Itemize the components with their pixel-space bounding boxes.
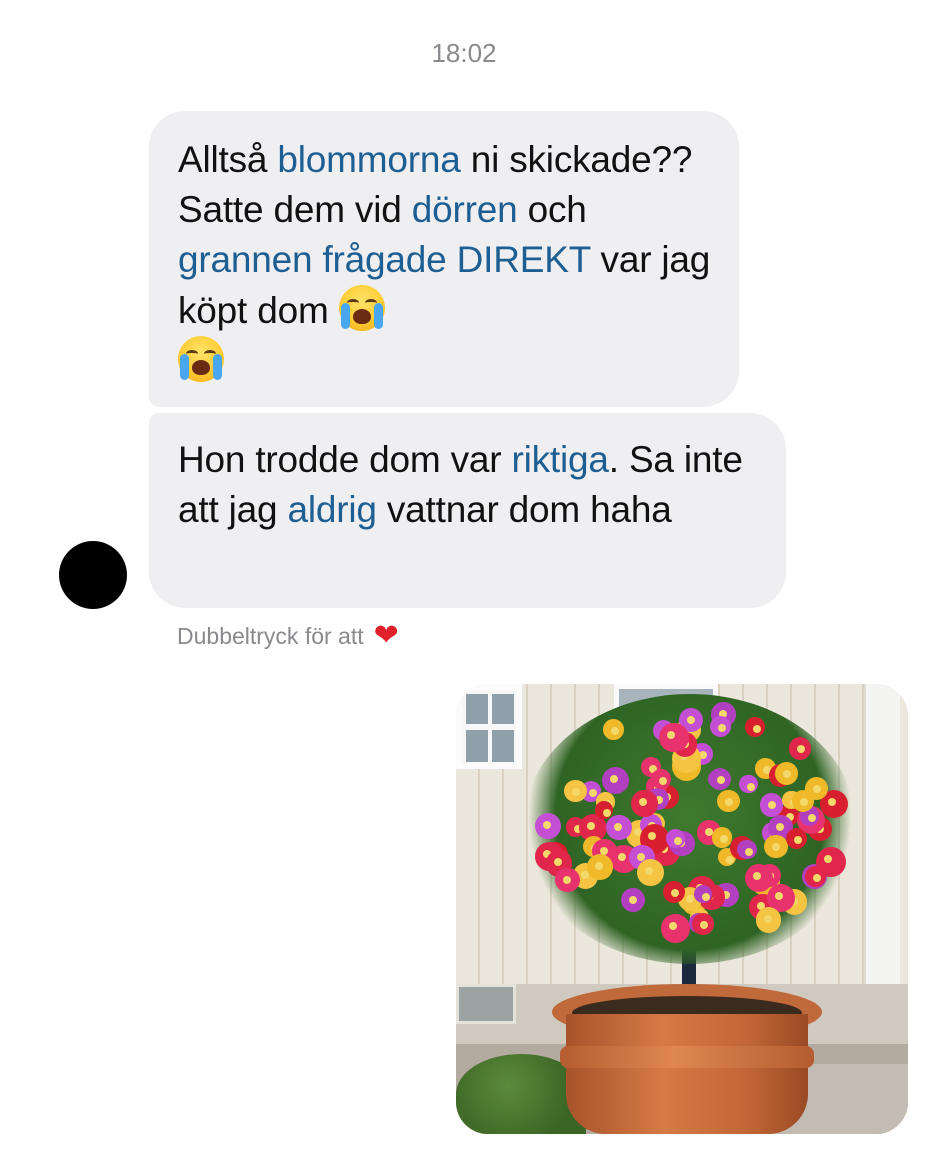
flower-blossom <box>712 827 733 848</box>
heart-icon[interactable]: ❤ <box>374 621 399 651</box>
flower-blossom <box>603 718 625 740</box>
flower-blossom <box>602 766 630 794</box>
flower-blossom <box>595 800 614 819</box>
avatar[interactable] <box>59 541 127 609</box>
message-text: och <box>517 189 587 230</box>
message-link-text: blommorna <box>277 139 461 180</box>
crying-face-emoji-icon <box>338 285 385 331</box>
flower-blossom <box>650 768 672 789</box>
flower-blossom <box>661 914 690 943</box>
flower-blossom <box>631 790 658 817</box>
flower-blossom <box>563 779 587 803</box>
flower-blossom <box>665 829 685 848</box>
flower-blossom <box>760 793 784 817</box>
message-text: Alltså <box>178 139 278 180</box>
message-link-text: riktiga <box>511 439 609 480</box>
flower-blossom <box>791 790 814 813</box>
porch-post <box>864 684 900 1014</box>
pot-band <box>560 1046 814 1068</box>
flower-blossom <box>606 814 632 841</box>
flower-blossom <box>775 761 798 785</box>
flower-blossom <box>691 912 714 935</box>
reaction-hint[interactable]: Dubbeltryck för att ❤ <box>177 621 399 651</box>
message-bubble-2[interactable]: Hon trodde dom var riktiga. Sa inte att … <box>149 413 786 608</box>
message-bubble-1[interactable]: Alltså blommorna ni skickade?? Satte dem… <box>149 111 739 407</box>
message-link-text: aldrig <box>287 489 377 530</box>
flower-blossom <box>744 717 765 738</box>
flower-blossom <box>804 866 826 888</box>
basement-window <box>456 984 516 1024</box>
flower-blossom <box>637 858 665 886</box>
terracotta-pot <box>566 1014 808 1134</box>
flower-blossom <box>693 884 713 904</box>
flower-blossom <box>744 863 773 892</box>
message-text: Hon trodde dom var <box>178 439 512 480</box>
message-link-text: dörren <box>411 189 518 230</box>
flower-blossom <box>788 737 812 760</box>
flower-blossom <box>755 907 782 933</box>
flower-blossom <box>739 775 758 794</box>
reaction-hint-text: Dubbeltryck för att <box>177 622 364 649</box>
flower-blossom <box>554 867 580 893</box>
flower-blossom <box>709 715 731 738</box>
timestamp: 18:02 <box>431 38 497 68</box>
message-link-text: grannen frågade DIREKT <box>178 239 591 280</box>
message-text: vattnar dom haha <box>376 489 672 530</box>
window <box>456 684 522 769</box>
photo-attachment[interactable] <box>456 684 908 1134</box>
flower-blossom <box>659 722 689 753</box>
crying-face-emoji-icon <box>178 336 224 382</box>
flower-blossom <box>736 839 757 860</box>
